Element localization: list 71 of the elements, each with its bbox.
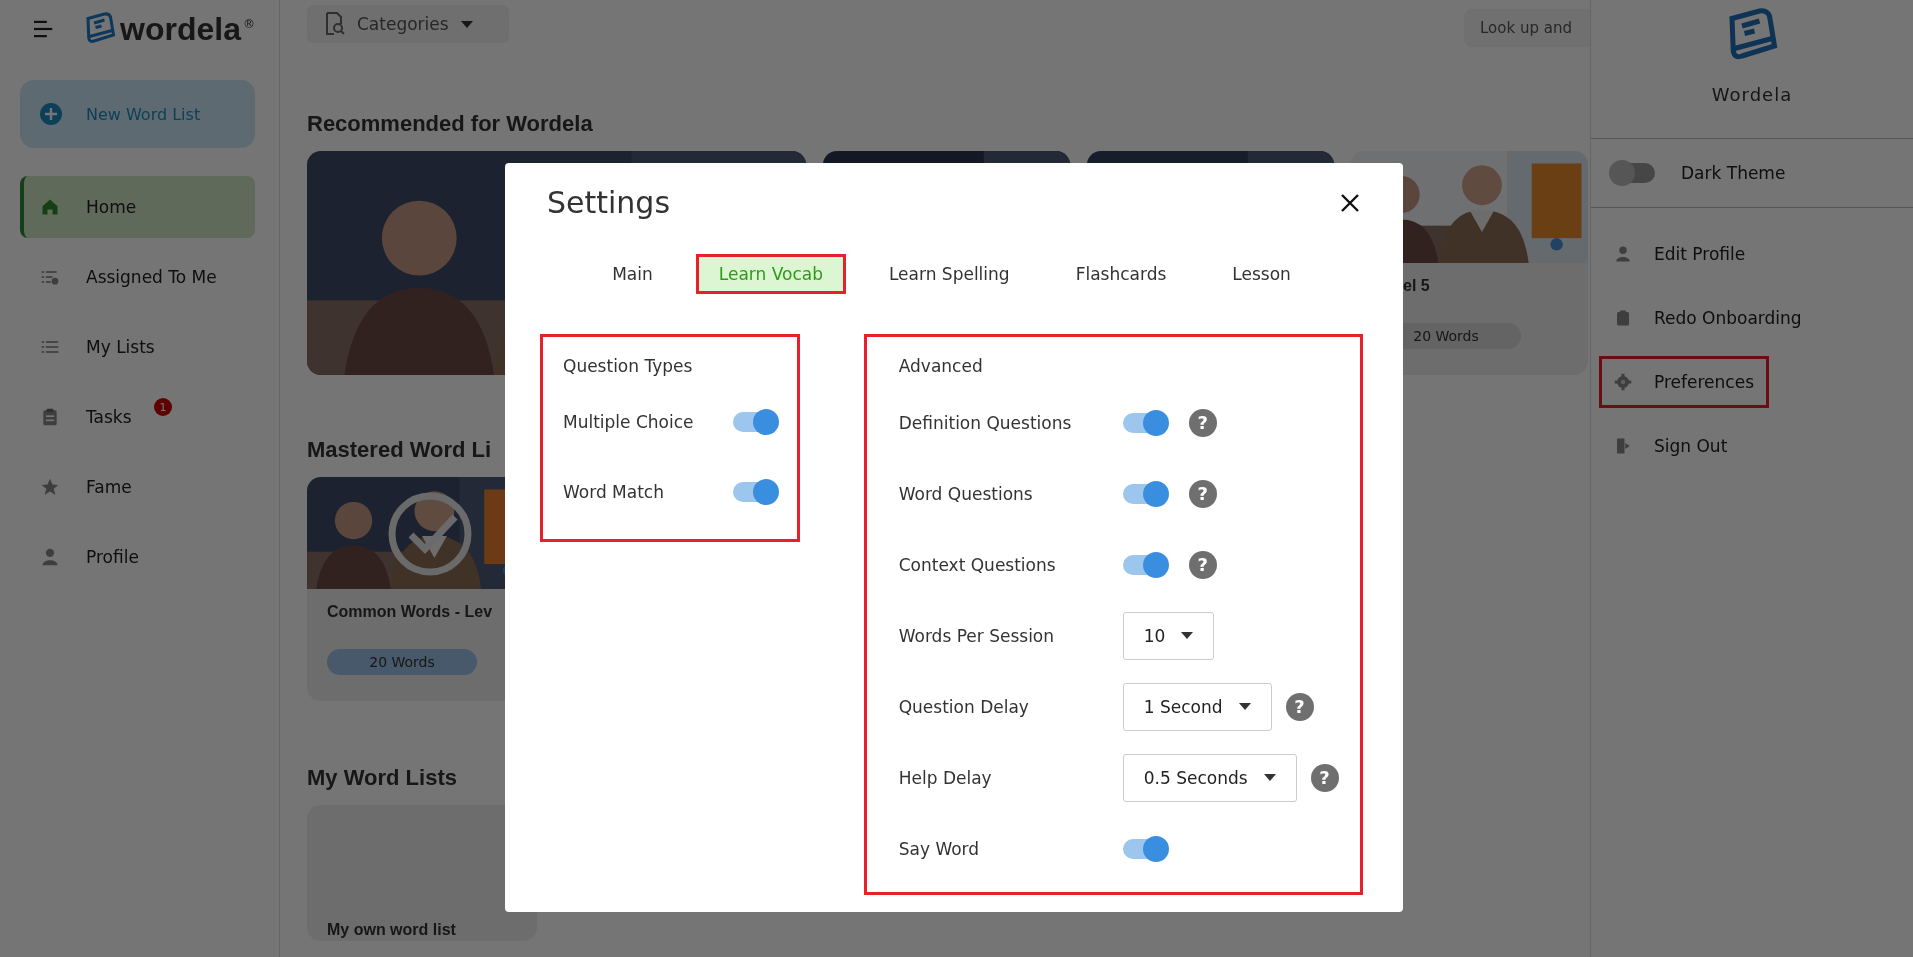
select-field[interactable]: 0.5 Seconds — [1122, 753, 1297, 802]
nav-icon — [40, 547, 60, 567]
logo-text: wordela — [120, 10, 241, 48]
setting-label: Context Questions — [898, 554, 1057, 575]
menu-item-icon — [1614, 309, 1632, 327]
account-name: Wordela — [1711, 84, 1793, 105]
menu-icon[interactable] — [34, 20, 55, 38]
settings-tab[interactable]: Main — [589, 254, 676, 294]
toggle-switch[interactable] — [1611, 163, 1655, 183]
section-heading: Recommended for Wordela — [307, 111, 593, 137]
nav-icon — [40, 407, 60, 427]
section-heading: Mastered Word Li — [307, 437, 492, 463]
help-icon[interactable]: ? — [1310, 763, 1339, 792]
dialog-title: Settings — [546, 185, 671, 220]
settings-tab[interactable]: Lesson — [1209, 254, 1314, 294]
setting-label: Words Per Session — [898, 625, 1056, 646]
registered-mark: ® — [243, 16, 255, 31]
card-title: My own word list — [326, 920, 457, 940]
toggle-switch[interactable] — [1122, 412, 1167, 433]
menu-item-icon — [1614, 437, 1632, 455]
toggle-switch[interactable] — [1122, 838, 1167, 859]
plus-icon — [40, 103, 62, 125]
nav-item[interactable]: My Lists — [20, 316, 255, 378]
count-badge: 1 — [154, 398, 172, 416]
section-heading: Advanced — [898, 355, 984, 378]
select-field[interactable]: 10 — [1122, 611, 1215, 660]
nav-item[interactable]: Fame — [20, 456, 255, 518]
caret-icon — [1238, 703, 1251, 710]
categories-dropdown[interactable]: Categories — [307, 5, 509, 43]
setting-label: Word Match — [563, 482, 664, 502]
caret-icon — [1181, 632, 1194, 639]
select-field[interactable]: 1 Second — [1122, 682, 1272, 731]
menu-item[interactable]: Preferences — [1599, 356, 1769, 408]
settings-tab[interactable]: Learn Spelling — [865, 254, 1033, 294]
setting-label: Question Delay — [898, 696, 1030, 717]
nav-icon — [40, 197, 60, 217]
word-count-pill: 20 Words — [327, 649, 477, 675]
section-heading: My Word Lists — [307, 765, 457, 791]
setting-label: Multiple Choice — [563, 412, 694, 432]
document-search-icon — [325, 12, 345, 36]
toggle-switch[interactable] — [732, 482, 777, 502]
nav-item[interactable]: Home — [20, 176, 255, 238]
card-title: el 5 — [1402, 276, 1431, 295]
help-icon[interactable]: ? — [1188, 479, 1217, 508]
caret-icon — [460, 20, 473, 28]
menu-item-icon — [1614, 373, 1632, 391]
caret-icon — [1263, 774, 1276, 781]
help-icon[interactable]: ? — [1188, 408, 1217, 437]
settings-tab[interactable]: Flashcards — [1052, 254, 1190, 294]
card-title: Common Words - Lev — [326, 602, 494, 621]
nav-item[interactable]: Profile — [20, 526, 255, 588]
toggle-switch[interactable] — [1122, 554, 1167, 575]
search-field[interactable]: Look up and — [1464, 9, 1590, 47]
help-icon[interactable]: ? — [1188, 550, 1217, 579]
section-heading: Question Types — [563, 355, 694, 378]
nav-item[interactable]: Assigned To Me — [20, 246, 255, 308]
menu-item[interactable]: Edit Profile — [1599, 228, 1761, 280]
dark-theme-label: Dark Theme — [1681, 163, 1786, 183]
help-icon[interactable]: ? — [1285, 692, 1314, 721]
nav-item[interactable]: Tasks 1 — [20, 386, 255, 448]
nav-icon — [40, 477, 60, 497]
setting-label: Say Word — [898, 838, 981, 859]
setting-label: Word Questions — [898, 483, 1034, 504]
toggle-switch[interactable] — [1122, 483, 1167, 504]
setting-label: Help Delay — [898, 767, 993, 788]
toggle-switch[interactable] — [732, 412, 777, 432]
menu-item[interactable]: Sign Out — [1599, 420, 1743, 472]
menu-item-icon — [1614, 245, 1632, 263]
settings-tab[interactable]: Learn Vocab — [695, 254, 846, 294]
setting-label: Definition Questions — [898, 412, 1073, 433]
menu-item[interactable]: Redo Onboarding — [1599, 292, 1817, 344]
